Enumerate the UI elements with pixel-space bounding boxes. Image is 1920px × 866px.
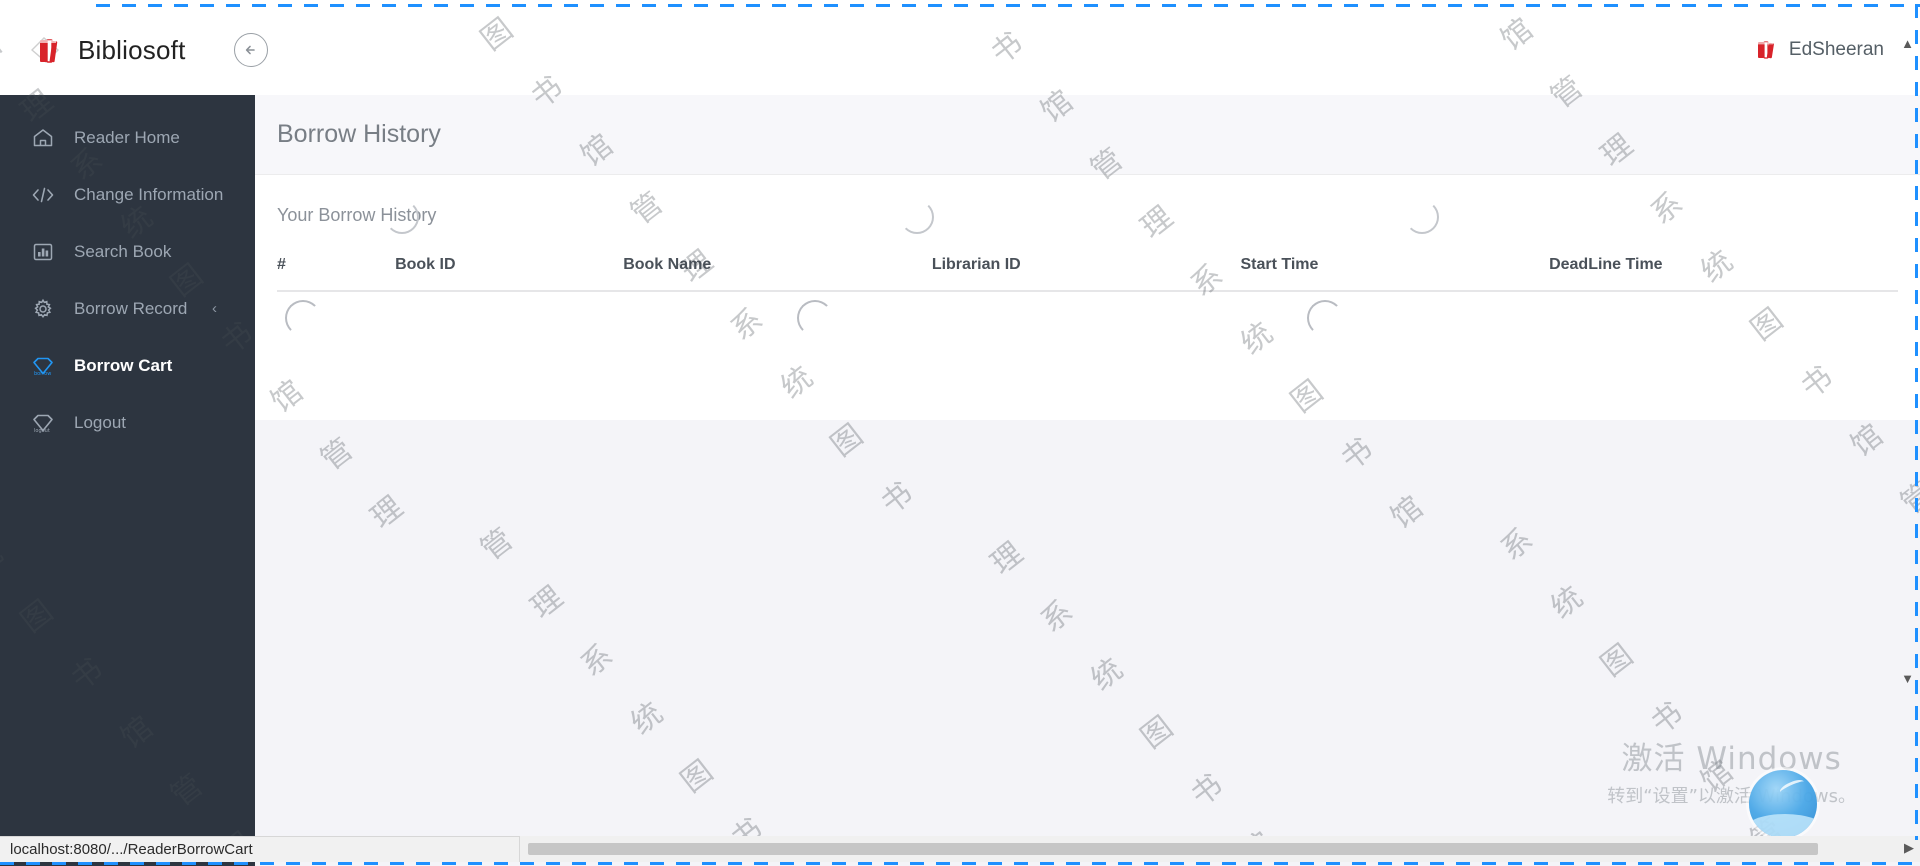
diamond-icon: logout [30, 410, 56, 436]
chart-bars-icon [30, 239, 56, 265]
focus-outline-bottom [0, 862, 1920, 865]
book-logo-icon [28, 30, 68, 70]
sidebar-item-label: Reader Home [74, 127, 180, 147]
app-header: Bibliosoft EdSheeran [0, 5, 1920, 95]
column-header-index[interactable]: # [277, 256, 396, 292]
scroll-right-arrow-icon[interactable]: ▶ [1904, 840, 1914, 856]
sidebar-item-label: Search Book [74, 241, 172, 261]
brand[interactable]: Bibliosoft [28, 30, 186, 70]
loading-spinner-icon [1405, 200, 1439, 234]
table-header-row: # Book ID Book Name Librarian ID Start T… [277, 256, 1898, 292]
column-header-start-time[interactable]: Start Time [1240, 256, 1550, 292]
user-menu[interactable]: EdSheeran [1753, 37, 1884, 63]
borrow-history-table: # Book ID Book Name Librarian ID Start T… [277, 256, 1898, 341]
loading-spinner-icon [385, 200, 419, 234]
diamond-icon: borrow [30, 353, 56, 379]
column-header-book-id[interactable]: Book ID [395, 256, 624, 292]
svg-text:logout: logout [34, 428, 50, 434]
table-body [277, 291, 1898, 341]
book-avatar-icon [1753, 37, 1779, 63]
user-name: EdSheeran [1788, 39, 1884, 60]
chevron-left-icon[interactable]: ‹ [212, 301, 217, 316]
arrow-left-icon [245, 45, 255, 55]
sidebar-item-label: Logout [74, 412, 126, 432]
sidebar-item-search-book[interactable]: Search Book [0, 223, 255, 280]
column-header-book-name[interactable]: Book Name [623, 256, 932, 292]
horizontal-scrollbar[interactable]: ▶ [520, 836, 1920, 862]
sidebar-item-borrow-record[interactable]: Borrow Record ‹ [0, 280, 255, 337]
svg-text:borrow: borrow [34, 371, 51, 377]
page-title: Borrow History [277, 120, 441, 148]
app-root: Bibliosoft EdSheeran Reader Home Change … [0, 0, 1920, 866]
browser-status-bar: localhost:8080/.../ReaderBorrowCart [0, 836, 520, 862]
sidebar-item-reader-home[interactable]: Reader Home [0, 109, 255, 166]
loading-spinner-icon [797, 300, 833, 336]
main-content: Borrow History Your Borrow History # Boo… [255, 95, 1920, 866]
horizontal-scrollbar-thumb[interactable] [528, 843, 1818, 855]
gear-icon [30, 296, 56, 322]
scroll-down-arrow-icon[interactable]: ▼ [1901, 671, 1914, 686]
column-header-deadline-time[interactable]: DeadLine Time [1549, 256, 1898, 292]
loading-spinner-icon [900, 200, 934, 234]
sidebar-item-borrow-cart[interactable]: borrow Borrow Cart [0, 337, 255, 394]
loading-spinner-icon [1307, 300, 1343, 336]
focus-outline-top [96, 4, 1920, 7]
borrow-history-card: Your Borrow History # Book ID Book Name … [255, 175, 1920, 420]
focus-outline-right [1915, 4, 1918, 840]
table-loading-row [277, 291, 1898, 341]
status-bar-url: localhost:8080/.../ReaderBorrowCart [10, 841, 253, 858]
sidebar-item-label: Borrow Cart [74, 355, 173, 375]
page-title-band: Borrow History [255, 95, 1920, 175]
table-head: # Book ID Book Name Librarian ID Start T… [277, 256, 1898, 292]
loading-spinner-icon [285, 300, 321, 336]
sidebar-item-change-information[interactable]: Change Information [0, 166, 255, 223]
back-button[interactable] [233, 33, 268, 67]
code-icon [30, 182, 56, 208]
brand-name: Bibliosoft [78, 34, 186, 65]
sidebar-item-logout[interactable]: logout Logout [0, 394, 255, 451]
column-header-librarian-id[interactable]: Librarian ID [931, 256, 1241, 292]
card-subtitle: Your Borrow History [277, 205, 437, 225]
sidebar-item-label: Borrow Record [74, 298, 188, 318]
home-icon [30, 125, 56, 151]
scroll-up-arrow-icon[interactable]: ▲ [1901, 36, 1914, 51]
sidebar: Reader Home Change Information Search Bo… [0, 95, 255, 866]
sidebar-item-label: Change Information [74, 184, 224, 204]
